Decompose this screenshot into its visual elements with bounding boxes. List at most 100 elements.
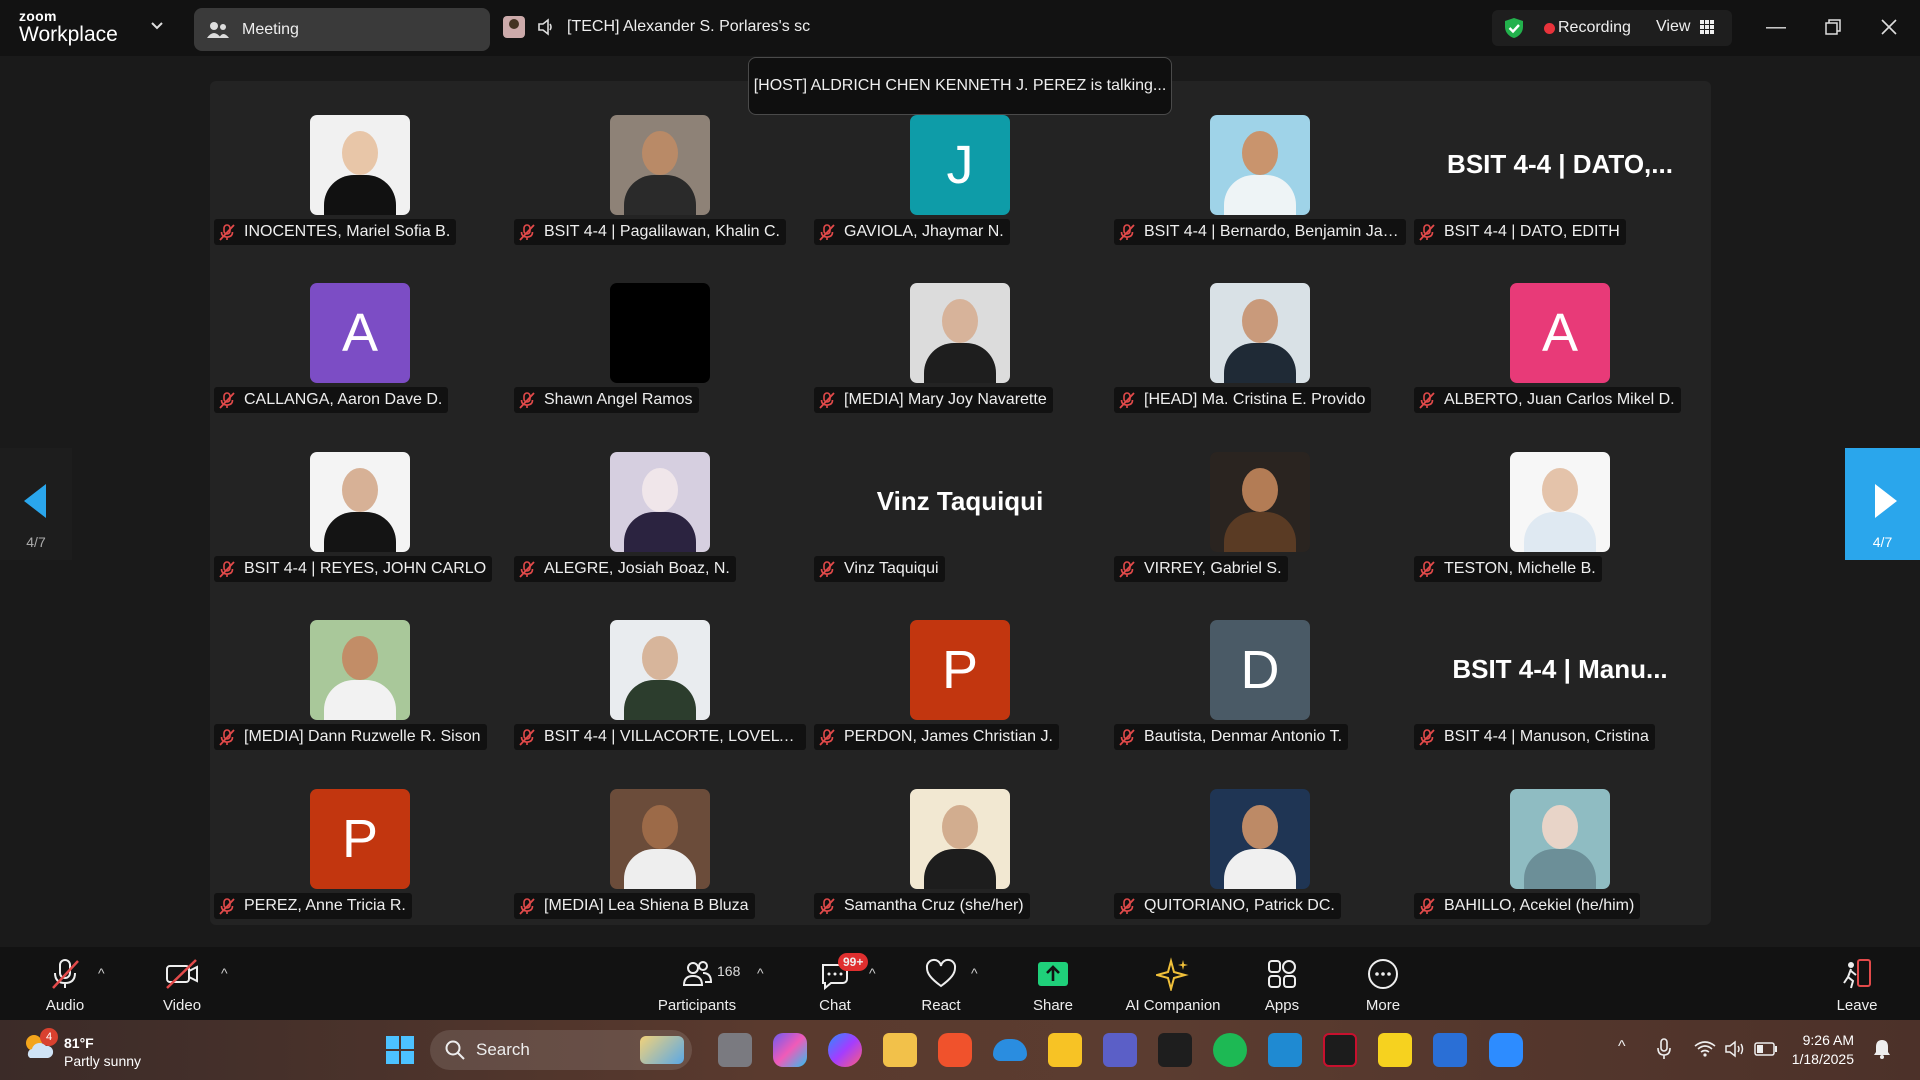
participant-tile[interactable]: BSIT 4-4 | DATO,... BSIT 4-4 | DATO, EDIT… <box>1410 81 1710 249</box>
participant-initial-avatar: D <box>1210 620 1310 720</box>
ai-companion-button[interactable]: AI Companion <box>1118 957 1228 1014</box>
muted-mic-icon <box>819 898 835 915</box>
chat-options-caret[interactable]: ^ <box>869 965 876 981</box>
participant-tile[interactable]: [MEDIA] Lea Shiena B Bluza <box>510 755 810 923</box>
previous-page-button[interactable]: 4/7 <box>0 448 72 560</box>
participant-name-bar: Shawn Angel Ramos <box>514 387 699 413</box>
teams-icon[interactable] <box>1103 1033 1137 1067</box>
audio-options-caret[interactable]: ^ <box>98 965 105 981</box>
chevron-up-icon[interactable]: ^ <box>1618 1038 1626 1056</box>
more-icon <box>1368 959 1398 989</box>
close-button[interactable] <box>1874 12 1904 42</box>
recording-label[interactable]: Recording <box>1558 19 1631 37</box>
share-button[interactable]: Share <box>1028 957 1078 1014</box>
participant-name-bar: [MEDIA] Dann Ruzwelle R. Sison <box>214 724 487 750</box>
brave-browser-icon[interactable] <box>938 1033 972 1067</box>
participant-name: PEREZ, Anne Tricia R. <box>244 897 406 914</box>
messenger-icon[interactable] <box>828 1033 862 1067</box>
audio-button[interactable]: Audio <box>40 957 90 1014</box>
participant-tile[interactable]: INOCENTES, Mariel Sofia B. <box>210 81 510 249</box>
system-clock[interactable]: 9:26 AM 1/18/2025 <box>1790 1031 1854 1069</box>
participant-tile[interactable]: P PEREZ, Anne Tricia R. <box>210 755 510 923</box>
windows-start-icon[interactable] <box>383 1033 417 1067</box>
participant-tile[interactable]: D Bautista, Denmar Antonio T. <box>1110 586 1410 754</box>
react-button[interactable]: React <box>916 957 966 1014</box>
valorant-icon[interactable] <box>1323 1033 1357 1067</box>
app-icon[interactable] <box>1433 1033 1467 1067</box>
file-explorer-icon[interactable] <box>883 1033 917 1067</box>
minimize-button[interactable]: — <box>1761 12 1791 42</box>
zoom-taskbar-icon[interactable] <box>1489 1033 1523 1067</box>
weather-temperature: 81°F <box>64 1035 94 1051</box>
participant-tile[interactable]: Vinz Taquiqui Vinz Taquiqui <box>810 418 1110 586</box>
next-page-button[interactable]: 4/7 <box>1845 448 1920 560</box>
react-options-caret[interactable]: ^ <box>971 965 978 981</box>
participant-tile[interactable]: Shawn Angel Ramos <box>510 249 810 417</box>
participant-tile[interactable]: TESTON, Michelle B. <box>1410 418 1710 586</box>
microphone-icon[interactable] <box>1656 1038 1672 1060</box>
silhouette-head <box>1542 805 1578 849</box>
shield-icon[interactable] <box>1502 16 1526 40</box>
participant-tile[interactable]: BAHILLO, Acekiel (he/him) <box>1410 755 1710 923</box>
participant-tile[interactable]: A ALBERTO, Juan Carlos Mikel D. <box>1410 249 1710 417</box>
participant-tile[interactable]: [MEDIA] Dann Ruzwelle R. Sison <box>210 586 510 754</box>
participant-tile[interactable]: ALEGRE, Josiah Boaz, N. <box>510 418 810 586</box>
participant-tile[interactable]: P PERDON, James Christian J. <box>810 586 1110 754</box>
apps-button[interactable]: Apps <box>1257 957 1307 1014</box>
participant-tile[interactable]: Samantha Cruz (she/her) <box>810 755 1110 923</box>
participants-options-caret[interactable]: ^ <box>757 965 764 981</box>
notification-bell-icon[interactable] <box>1872 1038 1892 1060</box>
zoom-workplace-logo[interactable]: zoom Workplace <box>19 9 118 45</box>
grid-icon[interactable] <box>1700 20 1714 34</box>
muted-mic-icon <box>1119 224 1135 241</box>
participant-name-bar: ALEGRE, Josiah Boaz, N. <box>514 556 736 582</box>
person-silhouette <box>610 620 710 720</box>
participant-tile[interactable]: BSIT 4-4 | VILLACORTE, LOVELY MAE ... <box>510 586 810 754</box>
muted-mic-icon <box>1119 729 1135 746</box>
taskbar-search[interactable]: Search <box>430 1030 692 1070</box>
muted-mic-icon <box>519 392 535 409</box>
sticky-notes-icon[interactable] <box>1378 1033 1412 1067</box>
figma-icon[interactable] <box>1158 1033 1192 1067</box>
muted-mic-icon <box>219 729 235 746</box>
meeting-tab[interactable]: Meeting <box>194 8 490 51</box>
participant-tile[interactable]: QUITORIANO, Patrick DC. <box>1110 755 1410 923</box>
vscode-icon[interactable] <box>1268 1033 1302 1067</box>
chat-button[interactable]: 99+ Chat <box>810 953 869 1014</box>
participant-name: [MEDIA] Lea Shiena B Bluza <box>544 897 749 914</box>
screen-share-info[interactable]: [TECH] Alexander S. Porlares's sc <box>503 16 810 38</box>
person-silhouette <box>1510 452 1610 552</box>
volume-icon[interactable] <box>1724 1040 1746 1058</box>
participant-tile[interactable]: BSIT 4-4 | REYES, JOHN CARLO <box>210 418 510 586</box>
task-view-icon[interactable] <box>718 1033 752 1067</box>
participant-tile[interactable]: BSIT 4-4 | Manu... BSIT 4-4 | Manuson, Cr… <box>1410 586 1710 754</box>
muted-mic-icon <box>819 224 835 241</box>
restore-button[interactable] <box>1818 12 1848 42</box>
more-button[interactable]: More <box>1358 957 1408 1014</box>
silhouette-body <box>924 343 996 383</box>
onedrive-icon[interactable] <box>993 1039 1027 1061</box>
view-button[interactable]: View <box>1656 18 1690 36</box>
wifi-icon[interactable] <box>1694 1040 1716 1058</box>
participant-name-bar: [MEDIA] Lea Shiena B Bluza <box>514 893 755 919</box>
participant-name: PERDON, James Christian J. <box>844 728 1053 745</box>
chevron-down-icon[interactable] <box>150 18 164 34</box>
participant-tile[interactable]: [HEAD] Ma. Cristina E. Provido <box>1110 249 1410 417</box>
battery-icon[interactable] <box>1754 1042 1778 1056</box>
silhouette-body <box>324 175 396 215</box>
video-options-caret[interactable]: ^ <box>221 965 228 981</box>
spotify-icon[interactable] <box>1213 1033 1247 1067</box>
participant-name-bar: PEREZ, Anne Tricia R. <box>214 893 412 919</box>
silhouette-body <box>624 512 696 552</box>
silhouette-head <box>1242 299 1278 343</box>
participant-name-bar: ALBERTO, Juan Carlos Mikel D. <box>1414 387 1681 413</box>
participant-tile[interactable]: A CALLANGA, Aaron Dave D. <box>210 249 510 417</box>
leave-button[interactable]: Leave <box>1832 957 1882 1014</box>
participant-video <box>610 620 710 720</box>
participant-video <box>1210 789 1310 889</box>
video-button[interactable]: Video <box>156 957 208 1014</box>
participant-tile[interactable]: VIRREY, Gabriel S. <box>1110 418 1410 586</box>
copilot-icon[interactable] <box>773 1033 807 1067</box>
keep-notes-icon[interactable] <box>1048 1033 1082 1067</box>
participant-tile[interactable]: [MEDIA] Mary Joy Navarette <box>810 249 1110 417</box>
